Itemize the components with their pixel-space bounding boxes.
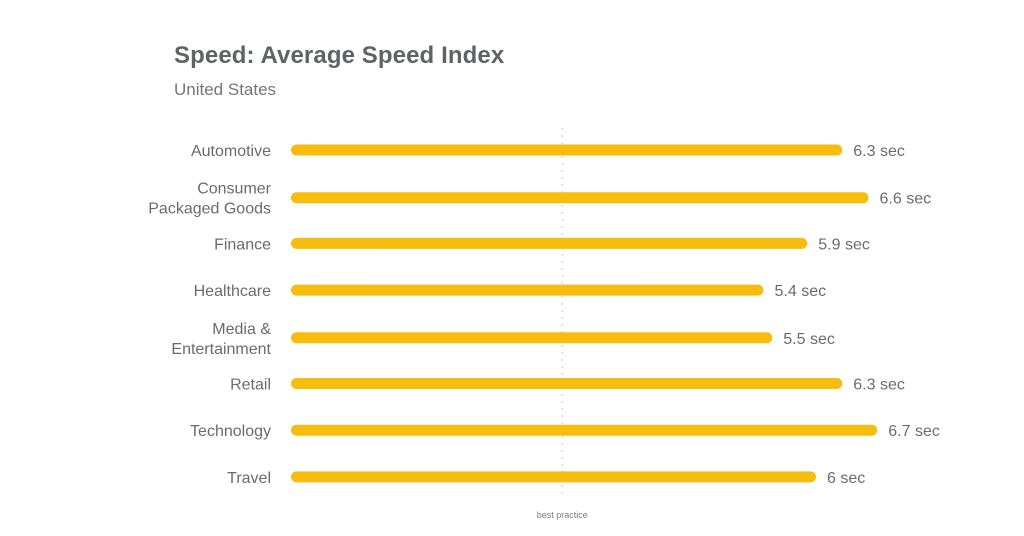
category-label: Media & Entertainment [171, 321, 271, 358]
value-label: 6.6 sec [880, 191, 932, 208]
value-label: 6.7 sec [888, 423, 940, 440]
category-label: Consumer Packaged Goods [148, 181, 271, 218]
bar [291, 471, 816, 483]
bar-chart: best practice Automotive 6.3 sec Consumer Pa… [148, 128, 940, 520]
value-label: 5.4 sec [775, 283, 827, 300]
bar [291, 284, 764, 296]
value-label: 6 sec [827, 470, 865, 487]
category-label: Travel [227, 470, 271, 487]
bar [291, 424, 878, 436]
bar [291, 192, 869, 204]
category-label: Automotive [191, 143, 271, 160]
category-label: Finance [214, 236, 271, 253]
bar [291, 237, 808, 249]
bar [291, 144, 843, 156]
category-label: Healthcare [194, 283, 271, 300]
bar [291, 332, 773, 344]
category-label: Technology [190, 423, 271, 440]
bar [291, 378, 843, 389]
value-label: 6.3 sec [853, 377, 905, 394]
value-label: 5.9 sec [818, 236, 870, 253]
best-practice-label: best practice [537, 510, 588, 520]
category-label: Retail [230, 377, 271, 394]
value-label: 5.5 sec [783, 331, 835, 348]
value-label: 6.3 sec [853, 143, 905, 160]
